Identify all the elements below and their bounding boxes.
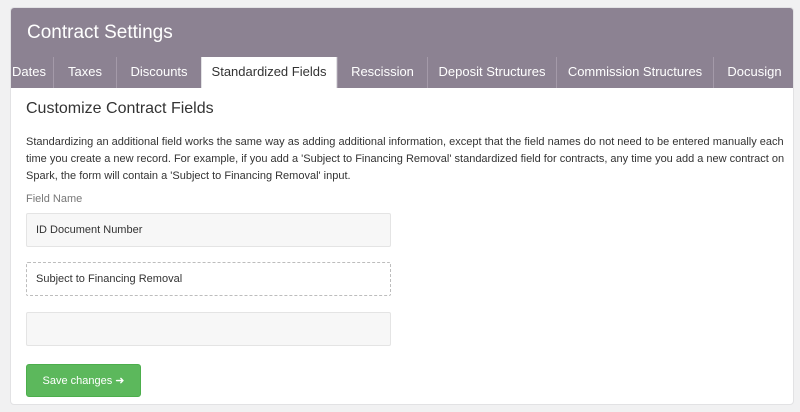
arrow-right-icon: ➜ xyxy=(115,375,125,387)
tab-taxes[interactable]: Taxes xyxy=(53,57,116,88)
field-name-label: Field Name xyxy=(26,193,83,205)
save-changes-label: Save changes xyxy=(42,375,113,387)
tab-docusign[interactable]: Docusign xyxy=(713,57,793,88)
tab-standardized-fields[interactable]: Standardized Fields xyxy=(201,57,337,88)
tab-deposit-structures[interactable]: Deposit Structures xyxy=(427,57,556,88)
tab-rescission[interactable]: Rescission xyxy=(337,57,427,88)
section-title: Customize Contract Fields xyxy=(26,100,214,117)
panel-title: Contract Settings xyxy=(11,8,793,58)
field-name-input-2[interactable] xyxy=(26,262,391,296)
save-changes-button[interactable]: Save changes ➜ xyxy=(26,364,141,397)
field-name-input-1[interactable] xyxy=(26,213,391,247)
tab-commission-structures[interactable]: Commission Structures xyxy=(556,57,713,88)
contract-settings-panel: Contract Settings Dates Taxes Discounts … xyxy=(10,7,794,405)
tab-bar: Dates Taxes Discounts Standardized Field… xyxy=(11,57,793,88)
help-text: Standardizing an additional field works … xyxy=(26,136,785,182)
field-name-input-3[interactable] xyxy=(26,312,391,346)
tab-discounts[interactable]: Discounts xyxy=(116,57,201,88)
tab-dates[interactable]: Dates xyxy=(11,57,53,88)
